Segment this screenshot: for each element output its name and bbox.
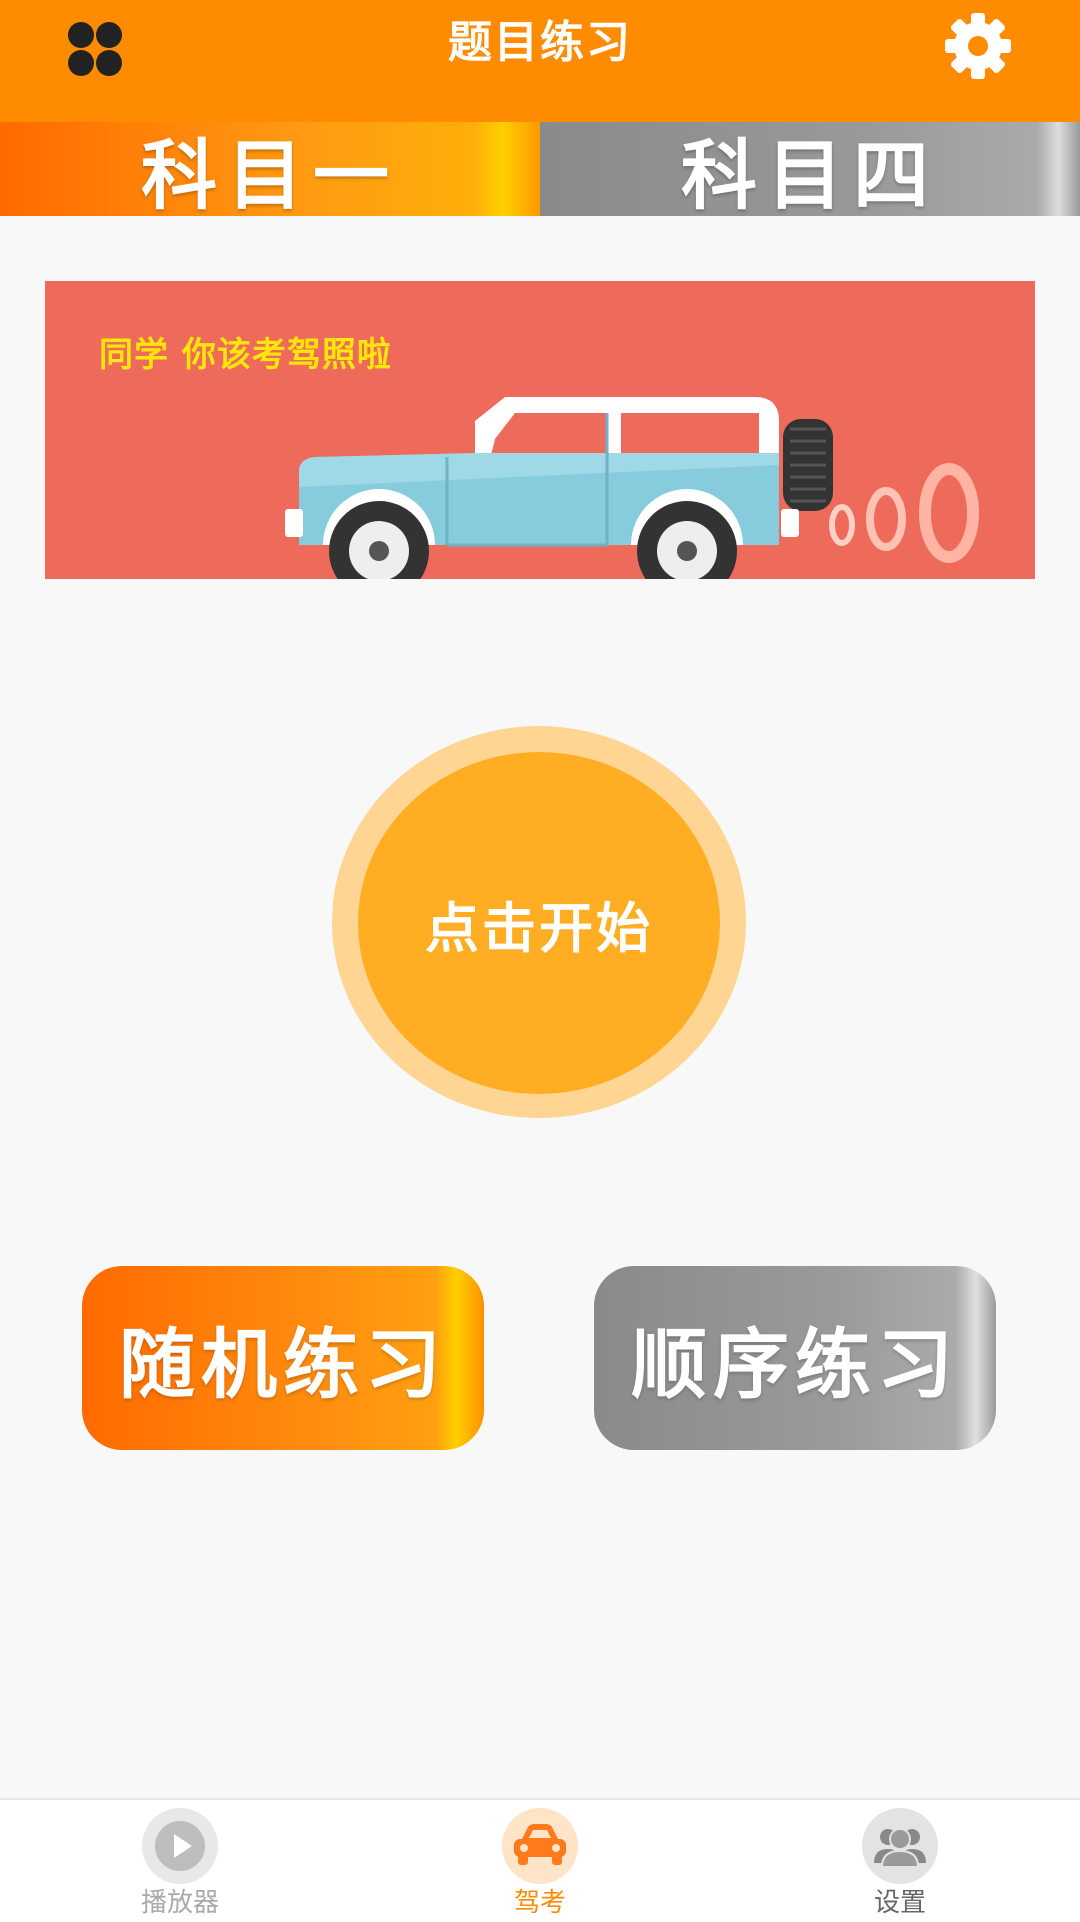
tab-subject-one[interactable]: 科目一: [0, 122, 540, 216]
nav-driving-exam[interactable]: 驾考: [440, 1800, 640, 1922]
jeep-icon: [285, 397, 979, 579]
subject-tabs: 科目一 科目四: [0, 122, 1080, 216]
promo-banner[interactable]: 同学 你该考驾照啦: [45, 281, 1035, 579]
nav-player-label: 播放器: [140, 1888, 219, 1918]
nav-driving-exam-label: 驾考: [513, 1888, 566, 1918]
page-title: 题目练习: [448, 17, 632, 68]
car-icon: [502, 1808, 578, 1884]
users-icon: [862, 1808, 938, 1884]
play-icon: [142, 1808, 218, 1884]
nav-player[interactable]: 播放器: [80, 1800, 280, 1922]
sequential-practice-button[interactable]: 顺序练习: [594, 1266, 996, 1450]
bottom-nav: 播放器 驾考 设置: [0, 1798, 1080, 1922]
app-header: 题目练习: [0, 0, 1080, 122]
nav-settings-label: 设置: [873, 1888, 926, 1918]
random-practice-button[interactable]: 随机练习: [82, 1266, 484, 1450]
nav-settings[interactable]: 设置: [800, 1800, 1000, 1922]
gear-icon[interactable]: [942, 10, 1014, 82]
tab-subject-four[interactable]: 科目四: [540, 122, 1080, 216]
start-button[interactable]: 点击开始: [358, 752, 720, 1094]
